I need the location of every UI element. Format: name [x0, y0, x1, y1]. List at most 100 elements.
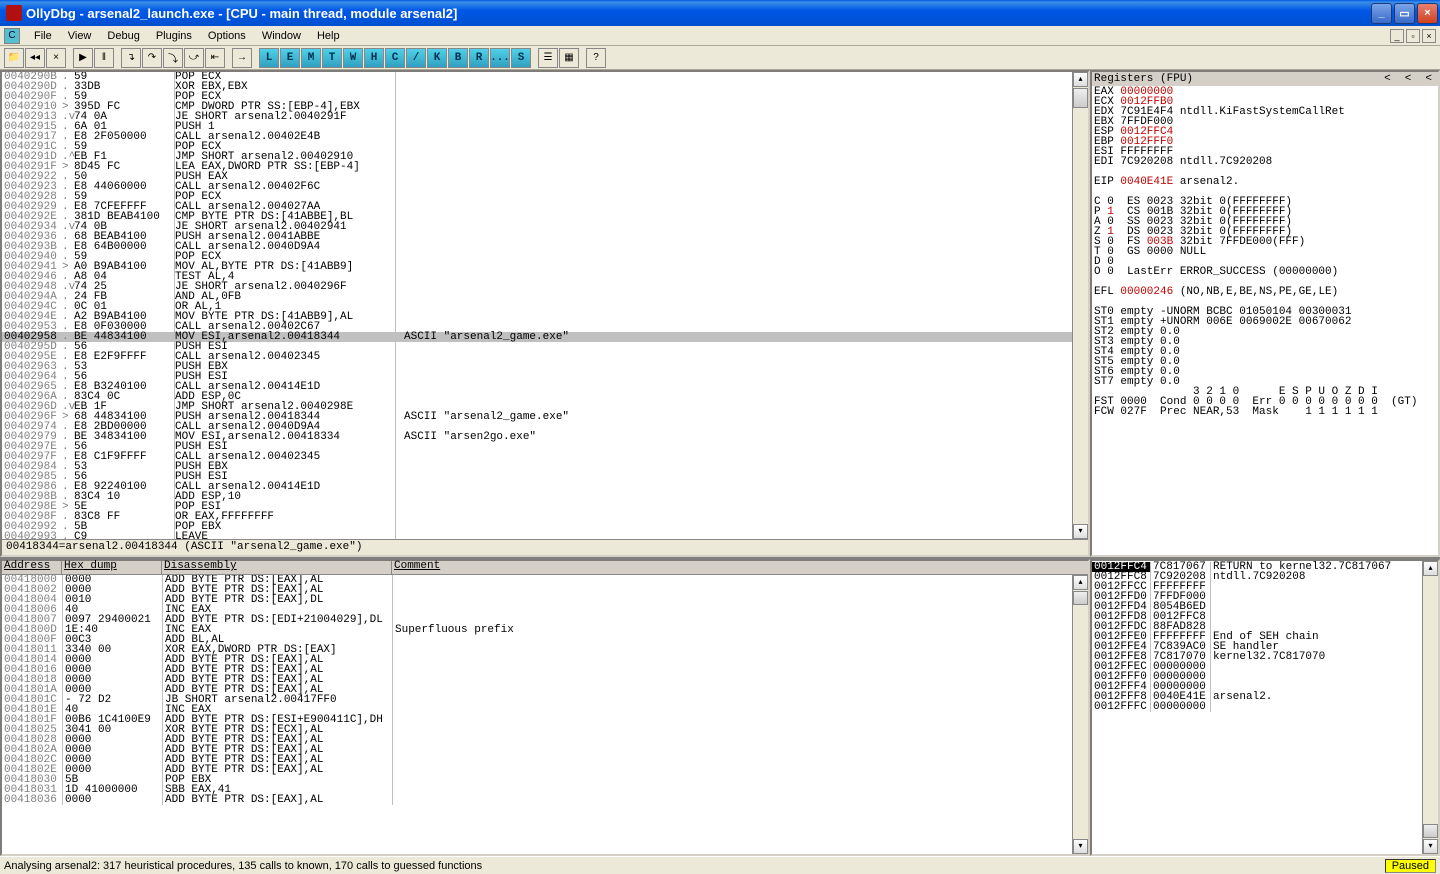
dump-row[interactable]: 0041801F00B6 1C4100E9ADD BYTE PTR DS:[ES… — [2, 715, 1072, 725]
disasm-row[interactable]: 00402940.59POP ECX — [2, 252, 1072, 262]
dump-row[interactable]: 0041800D1E:40INC EAXSuperfluous prefix — [2, 625, 1072, 635]
scroll-thumb[interactable] — [1073, 88, 1088, 108]
disasm-row[interactable]: 00402984.53PUSH EBX — [2, 462, 1072, 472]
disasm-row[interactable]: 0040293B.E8 64B00000CALL arsenal2.0040D9… — [2, 242, 1072, 252]
reg-prev-button[interactable]: < — [1384, 74, 1391, 85]
dump-col-disassembly[interactable]: Disassembly — [162, 561, 392, 574]
disasm-row[interactable]: 00402964.56PUSH ESI — [2, 372, 1072, 382]
toolbar-m-button[interactable]: M — [301, 48, 321, 68]
dump-row[interactable]: 004180305BPOP EBX — [2, 775, 1072, 785]
disasm-row[interactable]: 0040298E>5EPOP ESI — [2, 502, 1072, 512]
disasm-row[interactable]: 0040291F>8D45 FCLEA EAX,DWORD PTR SS:[EB… — [2, 162, 1072, 172]
disasm-row[interactable]: 0040295E.E8 E2F9FFFFCALL arsenal2.004023… — [2, 352, 1072, 362]
menu-window[interactable]: Window — [254, 28, 309, 44]
reg-last-button[interactable]: < — [1425, 74, 1432, 85]
disasm-row[interactable]: 0040297E.56PUSH ESI — [2, 442, 1072, 452]
rewind-button[interactable]: ◂◂ — [25, 48, 45, 68]
registers-header[interactable]: Registers (FPU) < < < — [1092, 72, 1438, 86]
step-over-button[interactable]: ↷ — [142, 48, 162, 68]
toolbar-k-button[interactable]: K — [427, 48, 447, 68]
dump-row[interactable]: 0041802E0000ADD BYTE PTR DS:[EAX],AL — [2, 765, 1072, 775]
disasm-row[interactable]: 00402958.BE 44834100MOV ESI,arsenal2.004… — [2, 332, 1072, 342]
disasm-row[interactable]: 00402985.56PUSH ESI — [2, 472, 1072, 482]
disasm-row[interactable]: 0040298B.83C4 10ADD ESP,10 — [2, 492, 1072, 502]
scroll-up-button[interactable]: ▴ — [1073, 575, 1088, 590]
dump-row[interactable]: 004180180000ADD BYTE PTR DS:[EAX],AL — [2, 675, 1072, 685]
register-line[interactable]: FCW 027F Prec NEAR,53 Mask 1 1 1 1 1 1 — [1094, 407, 1436, 417]
dump-row[interactable]: 0041801E40INC EAX — [2, 705, 1072, 715]
disasm-row[interactable]: 0040294E.A2 B9AB4100MOV BYTE PTR DS:[41A… — [2, 312, 1072, 322]
dump-row[interactable]: 004180280000ADD BYTE PTR DS:[EAX],AL — [2, 735, 1072, 745]
minimize-button[interactable]: _ — [1371, 3, 1392, 24]
disasm-row[interactable]: 00402915.6A 01PUSH 1 — [2, 122, 1072, 132]
dump-row[interactable]: 0041802C0000ADD BYTE PTR DS:[EAX],AL — [2, 755, 1072, 765]
open-button[interactable]: 📁 — [4, 48, 24, 68]
scroll-up-button[interactable]: ▴ — [1423, 561, 1438, 576]
disasm-row[interactable]: 0040291C.59POP ECX — [2, 142, 1072, 152]
register-line[interactable]: EFL 00000246 (NO,NB,E,BE,NS,PE,GE,LE) — [1094, 287, 1436, 297]
maximize-button[interactable]: ▭ — [1394, 3, 1415, 24]
trace-into-button[interactable]: ⤵ — [163, 48, 183, 68]
reg-next-button[interactable]: < — [1405, 74, 1412, 85]
dump-col-address[interactable]: Address — [2, 561, 62, 574]
mdi-close-button[interactable]: × — [1422, 29, 1436, 43]
dump-col-hex[interactable]: Hex dump — [62, 561, 162, 574]
toolbar-w-button[interactable]: W — [343, 48, 363, 68]
disasm-row[interactable]: 00402986.E8 92240100CALL arsenal2.00414E… — [2, 482, 1072, 492]
scroll-thumb[interactable] — [1073, 591, 1088, 605]
disasm-row[interactable]: 0040297F.E8 C1F9FFFFCALL arsenal2.004023… — [2, 452, 1072, 462]
toolbar-s-button[interactable]: S — [511, 48, 531, 68]
disasm-scrollbar[interactable]: ▴ ▾ — [1072, 72, 1088, 539]
disasm-row[interactable]: 00402992.5BPOP EBX — [2, 522, 1072, 532]
run-button[interactable]: ▶ — [73, 48, 93, 68]
disasm-row[interactable]: 0040296A.83C4 0CADD ESP,0C — [2, 392, 1072, 402]
disassembly-pane[interactable]: 0040290B.59POP ECX0040290D.33DBXOR EBX,E… — [0, 70, 1090, 557]
dump-row[interactable]: 004180040010ADD BYTE PTR DS:[EAX],DL — [2, 595, 1072, 605]
step-into-button[interactable]: ↴ — [121, 48, 141, 68]
toolbar-/-button[interactable]: / — [406, 48, 426, 68]
dump-row[interactable]: 0041801A0000ADD BYTE PTR DS:[EAX],AL — [2, 685, 1072, 695]
disasm-row[interactable]: 0040298F.83C8 FFOR EAX,FFFFFFFF — [2, 512, 1072, 522]
disasm-row[interactable]: 00402928.59POP ECX — [2, 192, 1072, 202]
disasm-row[interactable]: 00402965.E8 B3240100CALL arsenal2.00414E… — [2, 382, 1072, 392]
disasm-row[interactable]: 00402923.E8 44060000CALL arsenal2.00402F… — [2, 182, 1072, 192]
disasm-row[interactable]: 00402934.v74 0BJE SHORT arsenal2.0040294… — [2, 222, 1072, 232]
menu-help[interactable]: Help — [309, 28, 348, 44]
dump-scrollbar[interactable]: ▴ ▾ — [1072, 575, 1088, 854]
help-button[interactable]: ? — [586, 48, 606, 68]
mdi-restore-button[interactable]: ▫ — [1406, 29, 1420, 43]
dump-pane[interactable]: Address Hex dump Disassembly Comment 004… — [0, 559, 1090, 856]
disasm-row[interactable]: 0040290B.59POP ECX — [2, 72, 1072, 82]
menu-debug[interactable]: Debug — [99, 28, 147, 44]
disasm-row[interactable]: 0040290F.59POP ECX — [2, 92, 1072, 102]
disasm-row[interactable]: 00402948.v74 25JE SHORT arsenal2.0040296… — [2, 282, 1072, 292]
stack-row[interactable]: 0012FFFC00000000 — [1092, 702, 1422, 712]
dump-row[interactable]: 004180311D 41000000SBB EAX,41 — [2, 785, 1072, 795]
scroll-down-button[interactable]: ▾ — [1073, 839, 1088, 854]
toolbar-...-button[interactable]: ... — [490, 48, 510, 68]
disasm-row[interactable]: 00402974.E8 2BD00000CALL arsenal2.0040D9… — [2, 422, 1072, 432]
scroll-down-button[interactable]: ▾ — [1073, 524, 1088, 539]
registers-pane[interactable]: Registers (FPU) < < < EAX 00000000ECX 00… — [1090, 70, 1440, 557]
dump-row[interactable]: 004180140000ADD BYTE PTR DS:[EAX],AL — [2, 655, 1072, 665]
toolbar-t-button[interactable]: T — [322, 48, 342, 68]
dump-row[interactable]: 004180113340 00XOR EAX,DWORD PTR DS:[EAX… — [2, 645, 1072, 655]
toolbar-h-button[interactable]: H — [364, 48, 384, 68]
appearance-button[interactable]: ▦ — [559, 48, 579, 68]
register-line[interactable]: EDI 7C920208 ntdll.7C920208 — [1094, 157, 1436, 167]
dump-row[interactable]: 0041802A0000ADD BYTE PTR DS:[EAX],AL — [2, 745, 1072, 755]
disasm-row[interactable]: 0040290D.33DBXOR EBX,EBX — [2, 82, 1072, 92]
disasm-row[interactable]: 0040295D.56PUSH ESI — [2, 342, 1072, 352]
close-file-button[interactable]: × — [46, 48, 66, 68]
disasm-row[interactable]: 00402946.A8 04TEST AL,4 — [2, 272, 1072, 282]
disasm-row[interactable]: 00402979.BE 34834100MOV ESI,arsenal2.004… — [2, 432, 1072, 442]
scroll-up-button[interactable]: ▴ — [1073, 72, 1088, 87]
dump-row[interactable]: 0041801C- 72 D2JB SHORT arsenal2.00417FF… — [2, 695, 1072, 705]
disasm-row[interactable]: 00402917.E8 2F050000CALL arsenal2.00402E… — [2, 132, 1072, 142]
titlebar[interactable]: OllyDbg - arsenal2_launch.exe - [CPU - m… — [0, 0, 1440, 26]
goto-button[interactable]: → — [232, 48, 252, 68]
dump-row[interactable]: 004180000000ADD BYTE PTR DS:[EAX],AL — [2, 575, 1072, 585]
disasm-row[interactable]: 00402929.E8 7CFEFFFFCALL arsenal2.004027… — [2, 202, 1072, 212]
menu-options[interactable]: Options — [200, 28, 254, 44]
disasm-row[interactable]: 00402941>A0 B9AB4100MOV AL,BYTE PTR DS:[… — [2, 262, 1072, 272]
